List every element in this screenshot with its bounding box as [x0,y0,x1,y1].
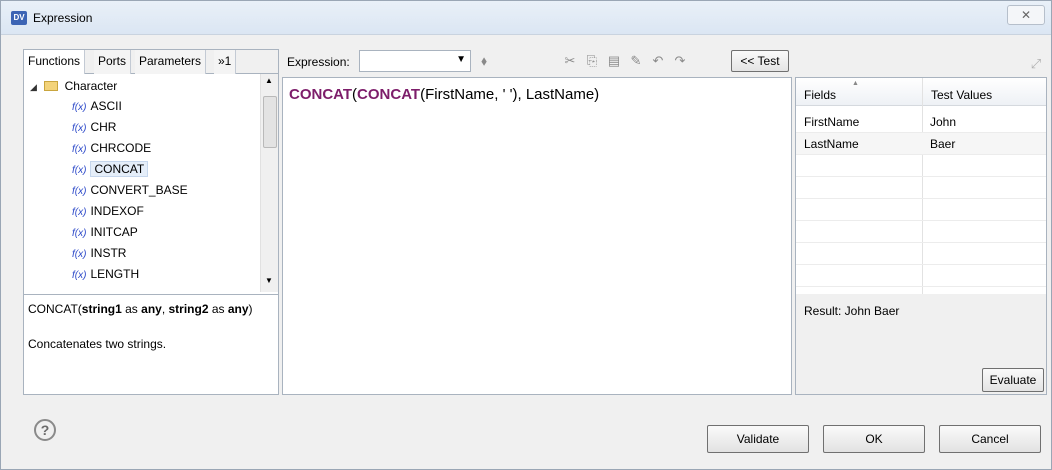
tab-functions[interactable]: Functions [24,50,86,74]
tree-item[interactable]: f(x) CONCAT [72,159,149,179]
help-icon[interactable]: ? [34,419,56,441]
function-icon: f(x) [72,207,87,218]
tree-item[interactable]: f(x) INITCAP [72,222,138,242]
redo-icon[interactable]: ↷ [671,52,689,70]
tab-overflow[interactable]: »1 [214,50,237,74]
row-field: LastName [804,137,859,151]
collapse-triangle-icon[interactable]: ◢ [30,82,37,92]
table-row-empty [796,221,1046,243]
tree-item-label: CHR [90,120,117,134]
function-icon: f(x) [72,186,87,197]
tree-item[interactable]: f(x) INDEXOF [72,201,144,221]
expression-dialog: DV Expression ✕ Functions Ports Paramete… [0,0,1052,470]
function-icon: f(x) [72,144,87,155]
table-row[interactable]: LastName Baer [796,133,1046,155]
tree-item[interactable]: f(x) ASCII [72,96,122,116]
test-panel: Fields ▲ Test Values FirstName John Last… [795,77,1047,395]
tab-parameters[interactable]: Parameters [135,50,207,74]
functions-panel: Functions Ports Parameters »1 ◢ Characte… [23,49,279,395]
dropdown-arrow-icon[interactable]: ▼ [456,54,466,65]
copy-icon[interactable]: ⎘ [583,52,601,70]
sort-ascending-icon: ▲ [852,80,859,87]
header-fields[interactable]: Fields [796,78,922,106]
expression-label: Expression: [287,55,350,69]
table-row-empty [796,265,1046,287]
window-title: Expression [33,11,93,25]
help-type1: any [141,302,162,316]
tree-item[interactable]: f(x) INSTR [72,243,126,263]
tab-ports[interactable]: Ports [94,50,132,74]
help-description: Concatenates two strings. [28,337,167,351]
expression-editor[interactable]: CONCAT(CONCAT(FirstName, ' '), LastName) [282,77,792,395]
table-header: Fields ▲ Test Values [796,78,1046,106]
tree-item-label: INITCAP [90,225,138,239]
tree-scrollbar[interactable]: ▲ ▼ [260,74,278,292]
header-test-values[interactable]: Test Values [922,78,1046,106]
tree-item-label: ASCII [90,99,122,113]
help-type2: any [227,302,249,316]
tree-item-label: CONCAT [90,161,149,177]
tree-item-label: LENGTH [90,267,140,281]
help-as2: as [208,302,228,316]
restore-icon[interactable]: ⤢ [1027,55,1045,73]
code-inner-fn: CONCAT [357,86,421,103]
help-sep: , [161,302,169,316]
row-value[interactable]: Baer [930,133,955,155]
paste-icon[interactable]: ▤ [605,52,623,70]
help-arg1: string1 [81,302,122,316]
tree-item[interactable]: f(x) LENGTH [72,264,139,284]
ok-button[interactable]: OK [823,425,925,453]
function-icon: f(x) [72,228,87,239]
validate-button[interactable]: Validate [707,425,809,453]
app-icon: DV [11,11,27,25]
comment-icon[interactable]: ✎ [627,52,645,70]
cancel-button[interactable]: Cancel [939,425,1041,453]
scroll-up-icon[interactable]: ▲ [265,76,273,85]
cut-icon[interactable]: ✂ [561,52,579,70]
help-arg2: string2 [168,302,209,316]
expression-select[interactable]: ▼ [359,50,471,72]
folder-icon [44,81,59,91]
tree-item-label: CONVERT_BASE [90,183,188,197]
function-icon: f(x) [72,270,87,281]
bookmark-icon[interactable]: ⬧ [475,52,493,70]
code-p2: (FirstName, ' '), LastName) [420,86,600,103]
table-row-empty [796,199,1046,221]
table-row-empty [796,177,1046,199]
title-bar: DV Expression ✕ [1,1,1051,35]
function-help: CONCAT(string1 as any, string2 as any) C… [24,294,278,394]
scroll-down-icon[interactable]: ▼ [265,276,273,285]
help-as1: as [121,302,142,316]
table-row[interactable]: FirstName John [796,111,1046,133]
function-icon: f(x) [72,102,87,113]
help-close: ) [248,302,253,316]
test-values-table: Fields ▲ Test Values FirstName John Last… [796,78,1046,294]
tree-item[interactable]: f(x) CHR [72,117,116,137]
function-icon: f(x) [72,165,87,176]
scroll-thumb[interactable] [263,96,277,148]
tree-group-label: Character [64,79,118,93]
tree-group-character[interactable]: ◢ Character [30,76,117,96]
table-row-empty [796,243,1046,265]
row-value[interactable]: John [930,111,956,133]
tree-item[interactable]: f(x) CHRCODE [72,138,151,158]
help-fn-name: CONCAT( [28,302,82,316]
result-text: Result: John Baer [804,304,900,318]
code-outer-fn: CONCAT [289,86,353,103]
table-row-empty [796,155,1046,177]
function-tree: ◢ Character f(x) ASCII f(x) CHR f(x) CHRCODE f… [24,74,260,292]
undo-icon[interactable]: ↶ [649,52,667,70]
close-button[interactable]: ✕ [1007,5,1045,25]
test-toggle-button[interactable]: << Test [731,50,789,72]
tree-item-label: INDEXOF [90,204,144,218]
function-icon: f(x) [72,249,87,260]
panel-tabs: Functions Ports Parameters »1 [24,50,278,74]
tree-item-label: INSTR [90,246,127,260]
tree-item[interactable]: f(x) CONVERT_BASE [72,180,188,200]
evaluate-button[interactable]: Evaluate [982,368,1044,392]
row-field: FirstName [804,115,860,129]
tree-item-label: CHRCODE [90,141,152,155]
function-icon: f(x) [72,123,87,134]
